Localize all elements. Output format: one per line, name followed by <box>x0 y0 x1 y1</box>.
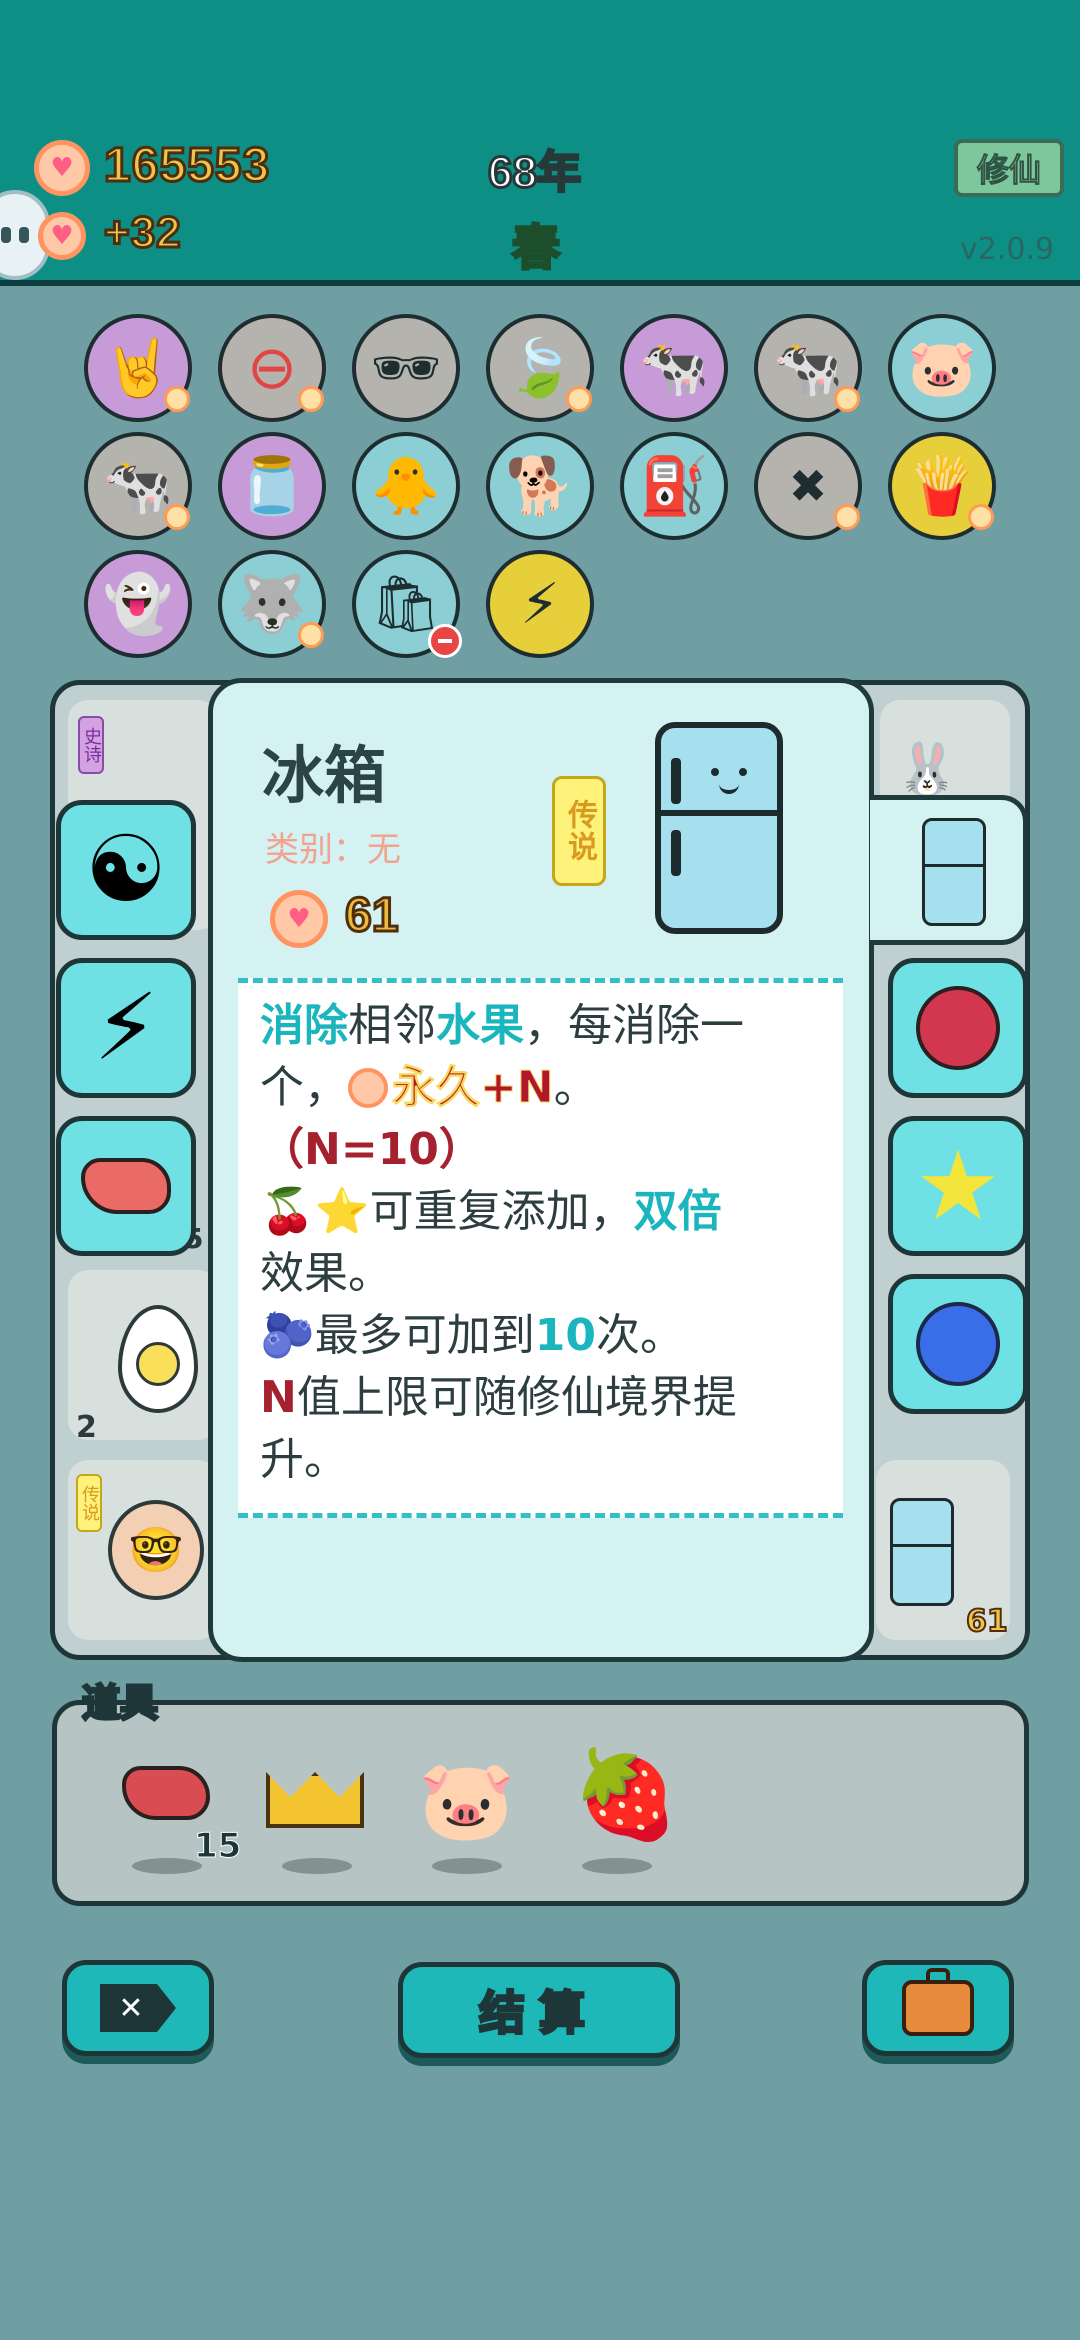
relic-cool-dog[interactable]: 🐕 <box>486 432 594 540</box>
desc-coin-icon <box>348 1068 388 1108</box>
desc-n-symbol: N <box>260 1372 297 1423</box>
prop-shadow <box>132 1858 202 1874</box>
coin-icon: ♥ <box>34 140 90 196</box>
egg-count: 2 <box>76 1410 97 1445</box>
settle-button[interactable]: 结算 <box>398 1962 680 2058</box>
desc-text: 个， <box>260 1062 348 1113</box>
liver-skill[interactable] <box>56 1116 196 1256</box>
rarity-badge: 传说 <box>552 776 606 886</box>
settle-label: 结算 <box>478 1985 599 2042</box>
desc-text: 次。 <box>596 1310 685 1361</box>
relic-cows-2[interactable]: 🐄 <box>754 314 862 422</box>
delete-tag-icon: ✕ <box>100 1984 176 2032</box>
star-fruit-icon: ⭐ <box>314 1186 370 1237</box>
relic-cows[interactable]: 🐄 <box>620 314 728 422</box>
fridge-count: 61 <box>965 1603 1009 1640</box>
relic-delete-tag[interactable]: ✖ <box>754 432 862 540</box>
fridge-tab-icon <box>922 818 986 926</box>
relic-piggy-bank[interactable]: 🐷 <box>888 314 996 422</box>
relic-cows-3[interactable]: 🐄 <box>84 432 192 540</box>
desc-text: ，每消除一 <box>524 1000 744 1051</box>
relic-rock-hand[interactable]: 🤘 <box>84 314 192 422</box>
desc-max-count: 10 <box>534 1310 597 1361</box>
relic-yogurt[interactable]: 🫙 <box>218 432 326 540</box>
prop-shadow <box>432 1858 502 1874</box>
item-price: 61 <box>343 888 399 944</box>
prop-liver-count: 15 <box>193 1826 242 1867</box>
relic-trash-bag[interactable]: 🛍 <box>352 550 462 658</box>
rabbit-icon: 🐰 <box>896 740 959 798</box>
year-label: 68年 <box>487 147 583 199</box>
prop-shadow <box>582 1858 652 1874</box>
liver-icon <box>81 1158 171 1214</box>
relic-chick-egg[interactable]: 🐥 <box>352 432 460 540</box>
desc-permanent-bonus: 永久+N <box>392 1062 555 1114</box>
prop-piggy-bank[interactable]: 🐷 <box>418 1762 515 1840</box>
yin-yang-skill[interactable]: ☯ <box>56 800 196 940</box>
desc-text: 值上限可随修仙境界提 <box>296 1372 737 1423</box>
price-coin-icon: ♥ <box>270 890 328 948</box>
item-category: 类别：无 <box>265 830 401 870</box>
lightning-skill[interactable]: ⚡ <box>56 958 196 1098</box>
coin-gain: +32 <box>103 207 183 259</box>
fridge-small-icon <box>890 1498 954 1606</box>
relic-leaf[interactable]: 🍃 <box>486 314 594 422</box>
blueberry-slot-icon <box>916 1302 1000 1386</box>
prop-liver[interactable] <box>122 1766 210 1820</box>
relic-no-entry[interactable]: ⊖ <box>218 314 326 422</box>
prop-shadow <box>282 1858 352 1874</box>
relic-fries[interactable]: 🍟 <box>888 432 996 540</box>
briefcase-icon <box>902 1968 974 2036</box>
item-description: 消除相邻水果，每消除一 个， 永久+N。 （N=10） 🍒⭐可重复添加，双倍 效果… <box>238 978 843 1518</box>
egg-yolk <box>136 1342 180 1386</box>
star-slot[interactable]: ★ <box>888 1116 1028 1256</box>
version-label: v2.0.9 <box>960 232 1055 267</box>
briefcase-button[interactable] <box>862 1960 1014 2056</box>
coin-gain-icon: ♥ <box>38 212 86 260</box>
prop-strawberry[interactable]: 🍓 <box>572 1752 679 1838</box>
season-label: 春 <box>510 219 561 278</box>
lychee-icon: 🍒 <box>260 1186 315 1237</box>
desc-text: 可重复添加， <box>369 1186 634 1237</box>
blueberry-slot[interactable] <box>888 1274 1028 1414</box>
fridge-icon <box>655 722 783 934</box>
desc-keyword-double: 双倍 <box>633 1186 722 1237</box>
item-title: 冰箱 <box>262 739 387 812</box>
blueberry-icon: 🫐 <box>260 1310 315 1361</box>
desc-text: 。 <box>553 1062 598 1113</box>
tag-epic: 史诗 <box>78 716 104 774</box>
xiuxian-button[interactable]: 修仙 <box>954 139 1064 197</box>
desc-text: 效果。 <box>260 1248 392 1299</box>
desc-keyword-fruit: 水果 <box>436 1000 524 1051</box>
relic-eyepatch[interactable]: 🕶 <box>352 314 460 422</box>
relic-ghost-speaker[interactable]: 👻 <box>84 550 192 658</box>
delete-button[interactable]: ✕ <box>62 1960 214 2056</box>
lychee-slot[interactable] <box>888 958 1028 1098</box>
relic-husky[interactable]: 🐺 <box>218 550 326 658</box>
old-man-icon: 🤓 <box>108 1500 204 1600</box>
desc-keyword-eliminate: 消除 <box>260 1000 348 1051</box>
relic-lightning[interactable]: ⚡ <box>486 550 594 658</box>
props-label: 道具 <box>80 1680 159 1727</box>
desc-n-value: （N=10） <box>260 1124 483 1175</box>
desc-text: 升。 <box>260 1434 348 1485</box>
relic-pump[interactable]: ⛽ <box>620 432 728 540</box>
desc-text: 最多可加到 <box>314 1310 535 1361</box>
tag-legend: 传说 <box>76 1474 102 1532</box>
lychee-slot-icon <box>916 986 1000 1070</box>
desc-text: 相邻 <box>348 1000 436 1051</box>
coin-total: 165553 <box>102 138 271 194</box>
